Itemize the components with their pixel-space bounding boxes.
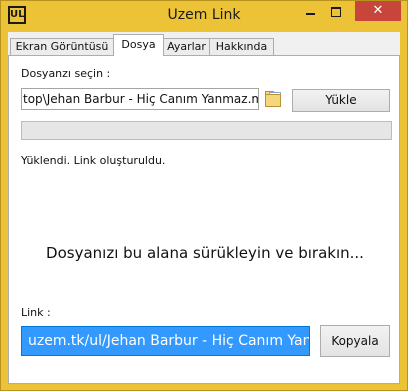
app-window: UL Uzem Link ✕ Ekran Görüntüsü Dosya Aya… bbox=[0, 0, 408, 391]
maximize-icon bbox=[331, 6, 341, 17]
minimize-icon bbox=[305, 12, 315, 15]
tab-screenshot[interactable]: Ekran Görüntüsü bbox=[10, 38, 114, 55]
tab-about[interactable]: Hakkında bbox=[209, 38, 274, 55]
upload-progress-bar bbox=[21, 121, 392, 140]
minimize-button[interactable] bbox=[297, 1, 323, 21]
browse-button[interactable] bbox=[264, 88, 282, 108]
tab-panel-file: Dosyanzı seçin : top\Jehan Barbur - Hiç … bbox=[8, 55, 400, 384]
file-path-field[interactable]: top\Jehan Barbur - Hiç Canım Yanmaz.mp3 bbox=[21, 88, 259, 110]
close-button[interactable]: ✕ bbox=[355, 1, 401, 21]
link-label: Link : bbox=[21, 306, 51, 319]
status-text: Yüklendi. Link oluşturuldu. bbox=[21, 154, 166, 167]
maximize-button[interactable] bbox=[323, 1, 349, 21]
title-bar[interactable]: UL Uzem Link ✕ bbox=[1, 1, 407, 31]
tab-file[interactable]: Dosya bbox=[113, 34, 164, 56]
copy-button[interactable]: Kopyala bbox=[320, 325, 390, 357]
tab-settings[interactable]: Ayarlar bbox=[163, 38, 210, 55]
client-area: Ekran Görüntüsü Dosya Ayarlar Hakkında D… bbox=[8, 32, 400, 384]
drop-zone[interactable]: Dosyanızı bu alana sürükleyin ve bırakın… bbox=[21, 244, 389, 262]
link-field[interactable]: uzem.tk/ul/Jehan Barbur - Hiç Canım Yanm… bbox=[21, 326, 310, 356]
file-select-label: Dosyanzı seçin : bbox=[21, 67, 111, 80]
close-icon: ✕ bbox=[372, 3, 384, 18]
upload-button[interactable]: Yükle bbox=[292, 89, 390, 112]
folder-open-icon bbox=[265, 94, 281, 107]
